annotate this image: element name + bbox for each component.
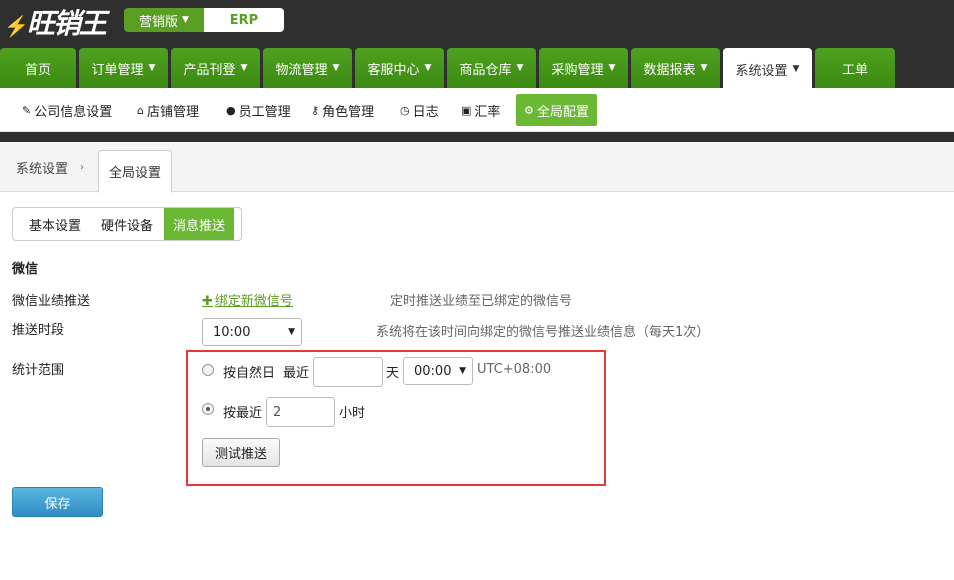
subnav-logs[interactable]: ◷ 日志 bbox=[400, 88, 439, 132]
subnav-staff[interactable]: ● 员工管理 bbox=[226, 88, 291, 132]
push-hint: 定时推送业绩至已绑定的微信号 bbox=[390, 294, 573, 309]
caret-down-icon: ▼ bbox=[516, 63, 524, 73]
hours-input[interactable]: 2 bbox=[266, 397, 335, 427]
caret-down-icon: ▼ bbox=[608, 63, 616, 73]
nav-settings[interactable]: 系统设置 ▼ bbox=[723, 48, 812, 90]
nav-orders[interactable]: 订单管理 ▼ bbox=[79, 48, 168, 88]
time-hint: 系统将在该时间向绑定的微信号推送业绩信息（每天1次） bbox=[376, 325, 710, 340]
push-time-select[interactable]: 10:00 ▼ bbox=[202, 318, 302, 346]
settings-tabs: 基本设置 硬件设备 消息推送 bbox=[12, 207, 242, 241]
nav-home[interactable]: 首页 bbox=[0, 48, 76, 88]
tab-hardware[interactable]: 硬件设备 bbox=[101, 208, 153, 240]
gear-icon: ⚙ bbox=[524, 103, 534, 117]
caret-down-icon: ▼ bbox=[332, 63, 340, 73]
logo[interactable]: ⚡旺销王 bbox=[4, 2, 107, 40]
edit-icon: ✎ bbox=[22, 103, 32, 117]
save-button[interactable]: 保存 bbox=[12, 487, 103, 517]
nav-logistics[interactable]: 物流管理 ▼ bbox=[263, 48, 352, 88]
timezone-label: UTC+08:00 bbox=[477, 362, 552, 377]
nav-warehouse[interactable]: 商品仓库 ▼ bbox=[447, 48, 536, 88]
bind-wechat-link[interactable]: ✚ 绑定新微信号 bbox=[202, 290, 293, 309]
caret-down-icon: ▼ bbox=[700, 63, 708, 73]
radio-natural-day[interactable] bbox=[202, 364, 214, 376]
main-nav: 首页 订单管理 ▼ 产品刊登 ▼ 物流管理 ▼ 客服中心 ▼ 商品仓库 ▼ 采购管理 ▼ 数… bbox=[0, 48, 954, 90]
home-icon: ⌂ bbox=[137, 103, 144, 117]
tab-basic[interactable]: 基本设置 bbox=[29, 208, 81, 240]
tab-message-push[interactable]: 消息推送 bbox=[164, 208, 235, 240]
edition-dropdown[interactable]: 营销版 ▼ bbox=[124, 8, 204, 32]
bolt-icon: ⚡ bbox=[4, 14, 29, 38]
caret-down-icon: ▼ bbox=[148, 63, 156, 73]
nav-listing[interactable]: 产品刊登 ▼ bbox=[171, 48, 260, 88]
user-icon: ● bbox=[226, 103, 236, 117]
breadcrumb-parent[interactable]: 系统设置 bbox=[16, 142, 68, 192]
caret-down-icon: ▼ bbox=[288, 327, 295, 337]
breadcrumb-current-tab[interactable]: 全局设置 bbox=[98, 150, 172, 193]
top-header: ⚡旺销王 营销版 ▼ ERP 首页 订单管理 ▼ 产品刊登 ▼ 物流管理 ▼ 客服中心 ▼… bbox=[0, 0, 954, 90]
caret-down-icon: ▼ bbox=[459, 366, 466, 376]
sub-nav: ✎ 公司信息设置 ⌂ 店铺管理 ● 员工管理 ⚷ 角色管理 ◷ 日志 ▣ 汇率 ⚙ 全局配置 bbox=[0, 88, 954, 132]
breadcrumb: 系统设置 › 全局设置 bbox=[0, 142, 954, 193]
range-label: 统计范围 bbox=[12, 363, 65, 378]
day-unit: 天 bbox=[386, 366, 400, 381]
caret-down-icon: ▼ bbox=[424, 63, 432, 73]
opt1-label: 按自然日 bbox=[223, 366, 276, 381]
nav-service[interactable]: 客服中心 ▼ bbox=[355, 48, 444, 88]
nav-reports[interactable]: 数据报表 ▼ bbox=[631, 48, 720, 88]
opt2-label: 按最近 bbox=[223, 406, 263, 421]
days-input[interactable] bbox=[313, 357, 383, 387]
radio-recent-hours[interactable] bbox=[202, 403, 214, 415]
caret-down-icon: ▼ bbox=[240, 63, 248, 73]
day-time-select[interactable]: 00:00 ▼ bbox=[403, 357, 473, 385]
subnav-exchange-rate[interactable]: ▣ 汇率 bbox=[461, 88, 500, 132]
hours-unit: 小时 bbox=[339, 406, 366, 421]
section-title: 微信 bbox=[12, 262, 39, 277]
time-label: 推送时段 bbox=[12, 323, 65, 338]
nav-tickets[interactable]: 工单 bbox=[815, 48, 895, 88]
money-icon: ▣ bbox=[461, 103, 472, 117]
plus-icon: ✚ bbox=[202, 294, 213, 309]
push-label: 微信业绩推送 bbox=[12, 294, 91, 309]
opt1-recent-label: 最近 bbox=[283, 366, 310, 381]
caret-down-icon: ▼ bbox=[792, 64, 800, 74]
subnav-roles[interactable]: ⚷ 角色管理 bbox=[311, 88, 374, 132]
subnav-company-info[interactable]: ✎ 公司信息设置 bbox=[22, 88, 112, 132]
chevron-right-icon: › bbox=[80, 162, 84, 173]
key-icon: ⚷ bbox=[311, 103, 320, 117]
erp-badge[interactable]: ERP bbox=[204, 8, 284, 32]
test-push-button[interactable]: 测试推送 bbox=[202, 438, 280, 467]
clock-icon: ◷ bbox=[400, 103, 410, 117]
caret-down-icon: ▼ bbox=[182, 15, 189, 25]
subnav-shops[interactable]: ⌂ 店铺管理 bbox=[137, 88, 199, 132]
subnav-global-config[interactable]: ⚙ 全局配置 bbox=[516, 94, 597, 126]
divider-bar bbox=[0, 132, 954, 142]
nav-purchase[interactable]: 采购管理 ▼ bbox=[539, 48, 628, 88]
